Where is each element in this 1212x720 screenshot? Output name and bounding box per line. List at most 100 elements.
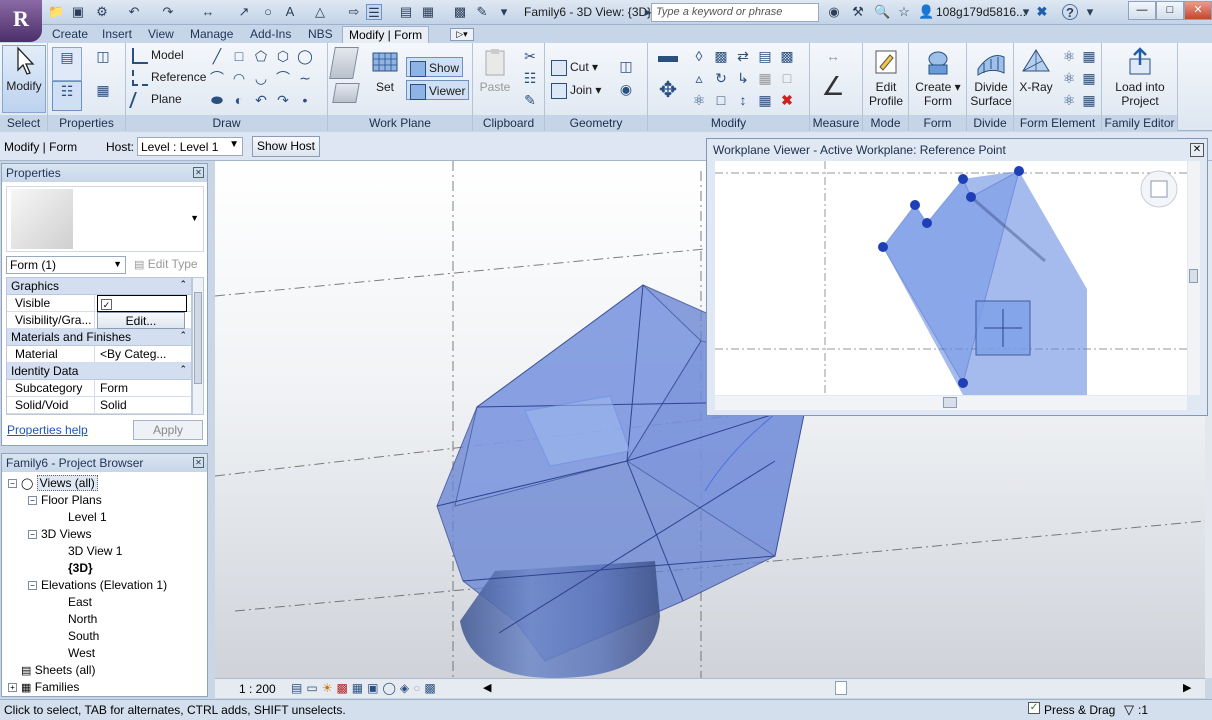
partial-ellipse-icon[interactable]: ◐ [230,91,248,109]
scrollbar-thumb[interactable] [943,397,957,408]
copy-element-icon[interactable]: ▵ [690,69,708,87]
thin-lines-icon[interactable]: ☰ [366,4,382,20]
tree-item-west[interactable]: West [68,646,95,660]
create-form-button[interactable]: Create ▾ Form [913,47,963,108]
scroll-left-icon[interactable]: ◀ [483,681,491,694]
user-name[interactable]: 108g179d5816... [936,5,1026,19]
measure-icon[interactable]: ↔ [200,4,216,20]
restore-button[interactable]: □ [1156,1,1184,20]
tag-icon[interactable]: ○ [260,4,276,20]
lock-profiles-icon[interactable]: ⚛ [1060,91,1078,109]
scale-icon[interactable]: ▦ [756,69,774,87]
tab-add-ins[interactable]: Add-Ins [244,26,297,44]
unlock-profile-icon[interactable]: ▦ [1080,91,1098,109]
set-workplane-button[interactable]: Set [368,47,402,94]
circumscribed-polygon-icon[interactable]: ⬡ [274,47,292,65]
mirror-pick-axis-icon[interactable]: ◊ [690,47,708,65]
horizontal-scrollbar-thumb[interactable] [835,681,847,695]
tree-item-south[interactable]: South [68,629,99,643]
point-element-icon[interactable]: • [296,91,314,109]
communication-icon[interactable]: 🔍 [874,4,890,20]
customize-icon[interactable]: ▾ [496,4,512,20]
cut-button[interactable]: Cut ▾ [551,57,598,77]
view-scale[interactable]: 1 : 200 [239,682,276,696]
tree-item-elevations[interactable]: − Elevations (Elevation 1) [28,578,167,592]
help-icon[interactable]: ? [1062,4,1078,20]
edit-type-button[interactable]: ▤ Edit Type [134,257,198,271]
dissolve-icon[interactable]: ⚛ [1060,69,1078,87]
tab-nbs[interactable]: NBS [302,26,339,44]
polygon-tool-icon[interactable]: ⬠ [252,47,270,65]
default-3d-icon[interactable]: △ [312,4,328,20]
tree-item-level-1[interactable]: Level 1 [68,510,107,524]
tab-create[interactable]: Create [46,26,94,44]
close-icon[interactable]: ✕ [193,457,204,468]
type-properties-icon[interactable]: ☷ [52,81,82,111]
arc-center-icon[interactable]: ◠ [230,69,248,87]
binoculars-icon[interactable]: ◉ [826,4,842,20]
switch-windows-icon[interactable]: ▦ [420,4,436,20]
show-workplane-button[interactable]: Show [406,57,464,77]
modify-icon[interactable]: ✎ [474,4,490,20]
fillet-arc-icon[interactable]: ⌒ [274,69,292,87]
cope-icon[interactable]: ◫ [617,57,635,75]
search-input[interactable]: Type a keyword or phrase [651,3,819,22]
circle-tool-icon[interactable]: ◯ [296,47,314,65]
split-gap-icon[interactable]: ↕ [734,91,752,109]
unpin-icon[interactable]: ▦ [756,91,774,109]
match-type-icon[interactable]: ✎ [521,91,539,109]
material-value[interactable]: <By Categ... [97,346,169,363]
group-identity[interactable]: Identity Data ⌃ [7,363,191,380]
offset-2-icon[interactable]: ⚛ [690,91,708,109]
scrollbar-thumb[interactable] [1189,269,1198,283]
viewer-vertical-scrollbar[interactable] [1188,161,1200,395]
trim-extend-icon[interactable]: □ [712,91,730,109]
tree-item-families[interactable]: + ▦ Families [8,680,79,694]
properties-scrollbar[interactable] [192,277,204,415]
scissors-icon[interactable]: ✂ [521,47,539,65]
pick-new-host-icon[interactable]: ▦ [1080,69,1098,87]
pick-faces-icon[interactable]: ↷ [274,91,292,109]
tree-item-north[interactable]: North [68,612,97,626]
type-preview[interactable]: ▼ [6,186,204,252]
modify-button[interactable]: Modify [2,45,46,113]
solid-void-value[interactable]: Solid [97,397,130,414]
minimize-button[interactable]: — [1128,1,1156,20]
rotate-icon[interactable]: ↻ [712,69,730,87]
split-face-icon[interactable]: ◉ [617,80,635,98]
tree-item-sheets[interactable]: ▤ Sheets (all) [8,663,95,677]
scrollbar-thumb[interactable] [194,292,202,384]
family-category-icon[interactable]: ◫ [88,47,118,77]
tree-item-east[interactable]: East [68,595,92,609]
close-hidden-icon[interactable]: ▤ [398,4,414,20]
workplane-viewer-button[interactable]: Viewer [406,80,470,100]
add-profile-icon[interactable]: ▦ [1080,47,1098,65]
workplane-viewer-canvas[interactable] [715,161,1187,395]
pick-lines-icon[interactable]: ↶ [252,91,270,109]
spline-icon[interactable]: ∼ [296,69,314,87]
tile-icon[interactable]: ▩ [452,4,468,20]
apply-button[interactable]: Apply [133,420,203,440]
group-graphics[interactable]: Graphics ⌃ [7,278,191,295]
properties-icon[interactable]: ▤ [52,47,82,81]
close-window-button[interactable]: ✕ [1184,1,1212,20]
subcategory-value[interactable]: Form [97,380,131,397]
help-dropdown-icon[interactable]: ▾ [1082,4,1098,20]
subscription-icon[interactable]: ⚒ [850,4,866,20]
x-ray-button[interactable]: X-Ray [1016,47,1056,94]
host-select[interactable]: Level : Level 1 ▼ [137,137,243,156]
tree-item-floor-plans[interactable]: − Floor Plans [28,493,102,507]
chevron-down-icon[interactable]: ▾ [1018,4,1034,20]
tab-view[interactable]: View [142,26,180,44]
tree-item-3d-views[interactable]: −3D Views [28,527,91,541]
viewer-horizontal-scrollbar[interactable] [715,396,1187,410]
plane-button[interactable]: Plane [129,89,182,109]
tree-item-3d-view-1[interactable]: 3D View 1 [68,544,122,558]
model-line-button[interactable]: Model [132,45,184,65]
rectangle-tool-icon[interactable]: □ [230,47,248,65]
ribbon-toggle-button[interactable]: ▷▾ [450,28,474,41]
tab-manage[interactable]: Manage [184,26,239,44]
text-icon[interactable]: A [282,4,298,20]
copy-icon[interactable]: ☷ [521,69,539,87]
save-icon[interactable]: ▣ [70,4,86,20]
